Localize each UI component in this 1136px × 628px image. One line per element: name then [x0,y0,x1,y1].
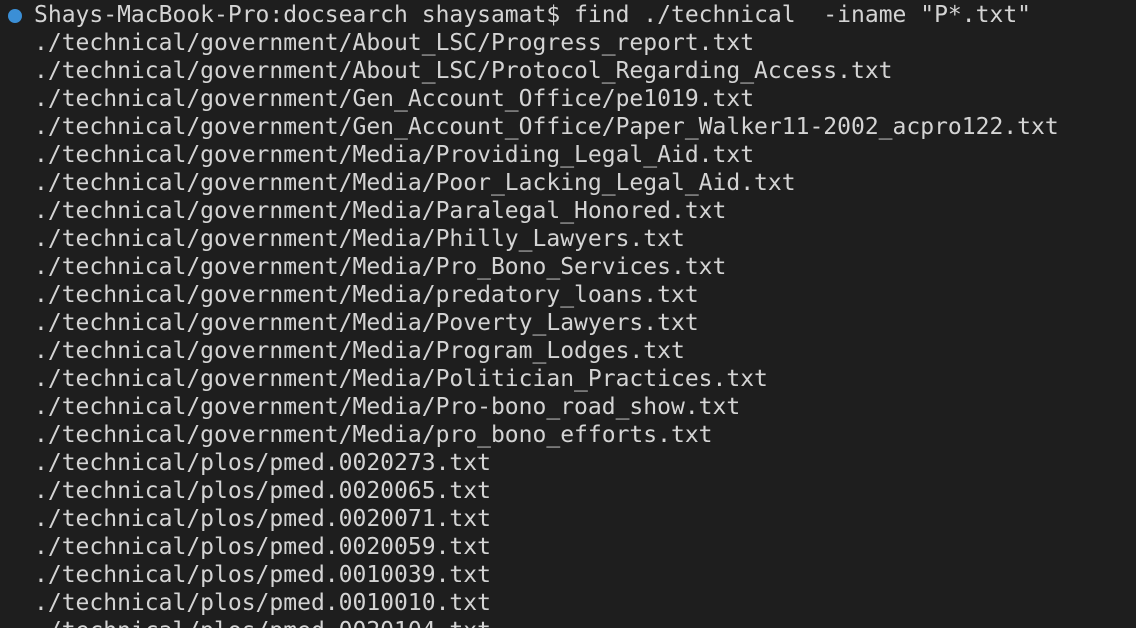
output-line: ./technical/plos/pmed.0020273.txt [34,450,491,476]
output-line: ./technical/government/Gen_Account_Offic… [34,114,1059,140]
output-line: ./technical/government/Media/Philly_Lawy… [34,226,685,252]
output-line: ./technical/government/Media/Politician_… [34,366,768,392]
command-output: ./technical/government/About_LSC/Progres… [0,29,1136,628]
command-prompt-line: Shays-MacBook-Pro:docsearch shaysamat$ f… [34,1,1031,29]
output-line: ./technical/government/Media/Paralegal_H… [34,198,727,224]
output-line: ./technical/government/Media/Pro_Bono_Se… [34,254,727,280]
output-line: ./technical/plos/pmed.0020065.txt [34,478,491,504]
output-line: ./technical/government/Media/Program_Lod… [34,338,685,364]
output-line: ./technical/government/Media/pro_bono_ef… [34,422,713,448]
output-line: ./technical/plos/pmed.0020059.txt [34,534,491,560]
output-line: ./technical/government/About_LSC/Protoco… [34,58,893,84]
output-line: ./technical/government/Media/Poverty_Law… [34,310,699,336]
command-status-dot-icon[interactable] [8,9,22,23]
output-line: ./technical/government/About_LSC/Progres… [34,30,755,56]
output-line: ./technical/government/Gen_Account_Offic… [34,86,755,112]
output-line: ./technical/plos/pmed.0020071.txt [34,506,491,532]
command-text: find ./technical -iname "P*.txt" [574,2,1032,28]
output-line: ./technical/government/Media/Pro-bono_ro… [34,394,741,420]
terminal-window[interactable]: Shays-MacBook-Pro:docsearch shaysamat$ f… [0,0,1136,628]
output-line: ./technical/plos/pmed.0010039.txt [34,562,491,588]
output-line: ./technical/plos/pmed.0020104.txt [34,617,1136,628]
output-line: ./technical/government/Media/Providing_L… [34,142,755,168]
output-line: ./technical/government/Media/predatory_l… [34,282,699,308]
output-line: ./technical/plos/pmed.0010010.txt [34,590,491,616]
output-line: ./technical/government/Media/Poor_Lackin… [34,170,796,196]
prompt: Shays-MacBook-Pro:docsearch shaysamat$ [34,2,561,28]
